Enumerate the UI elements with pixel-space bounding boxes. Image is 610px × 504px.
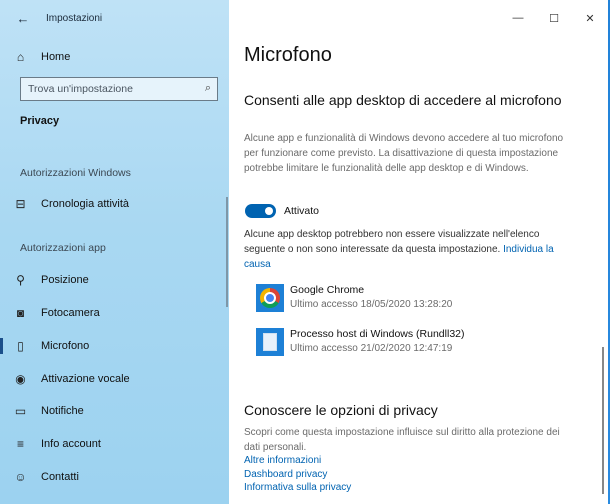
sidebar-item-label: Notifiche [41,405,84,417]
window-controls: — ☐ ✕ [500,0,608,36]
sidebar-item-microphone[interactable]: ▯ Microfono [0,331,229,361]
minimize-button[interactable]: — [500,0,536,36]
privacy-dashboard-link[interactable]: Dashboard privacy [244,469,327,480]
account-info-icon: ≡ [16,437,24,451]
sidebar-item-label: Cronologia attività [41,198,130,210]
sidebar-item-account-info[interactable]: ≡ Info account [0,429,229,459]
notifications-icon: ▭ [14,404,27,418]
sidebar-scrollbar[interactable] [226,197,228,307]
search-input[interactable]: Trova un'impostazione ⌕ [20,77,218,101]
main-content: — ☐ ✕ Microfono Consenti alle app deskto… [229,0,608,504]
close-button[interactable]: ✕ [572,0,608,36]
timeline-icon: ⊟ [15,197,26,211]
category-title: Privacy [20,115,60,127]
sidebar-item-label: Info account [41,438,101,450]
list-item-windows-host-process: Processo host di Windows (Rundll32) Ulti… [256,328,556,360]
sidebar-item-label: Fotocamera [41,307,100,319]
section-heading-desktop-apps: Consenti alle app desktop di accedere al… [244,92,562,108]
back-arrow-icon[interactable]: ← [0,0,46,36]
title-bar: ← Impostazioni [0,0,229,36]
microphone-access-toggle[interactable] [245,204,276,218]
list-item-google-chrome: Google Chrome Ultimo accesso 18/05/2020 … [256,284,556,316]
sidebar-item-label: Microfono [41,340,90,352]
section-label-windows: Autorizzazioni Windows [20,167,131,179]
sidebar-item-contacts[interactable]: ☺ Contatti [0,462,229,492]
sidebar-item-label: Home [41,51,71,63]
location-icon: ⚲ [16,273,25,287]
toggle-state-label: Attivato [284,205,320,217]
home-icon: ⌂ [16,50,25,64]
section-heading-privacy-options: Conoscere le opzioni di privacy [244,402,438,418]
app-name: Processo host di Windows (Rundll32) [290,328,465,340]
search-icon[interactable]: ⌕ [205,82,211,95]
app-last-access: Ultimo accesso 21/02/2020 12:47:19 [290,343,453,354]
sidebar-item-notifications[interactable]: ▭ Notifiche [0,396,229,426]
voice-activation-icon: ◉ [15,372,26,386]
apps-note-text: Alcune app desktop potrebbero non essere… [244,229,540,255]
more-info-link[interactable]: Altre informazioni [244,455,321,466]
microphone-icon: ▯ [17,339,24,353]
sidebar-item-home[interactable]: ⌂ Home [0,42,229,72]
section-description: Alcune app e funzionalità di Windows dev… [244,133,564,174]
main-scrollbar[interactable] [602,347,604,494]
apps-note: Alcune app desktop potrebbero non essere… [244,227,564,272]
sidebar-item-activity-history[interactable]: ⊟ Cronologia attività [0,189,229,219]
search-placeholder: Trova un'impostazione [28,83,133,95]
document-icon [256,328,284,356]
sidebar-item-label: Attivazione vocale [41,373,130,385]
settings-window: ← Impostazioni ⌂ Home Trova un'impostazi… [0,0,608,504]
sidebar-item-label: Contatti [41,471,79,483]
chrome-icon [256,284,284,312]
camera-icon: ◙ [16,306,25,320]
privacy-description: Scopri come questa impostazione influisc… [244,427,560,453]
sidebar-item-voice-activation[interactable]: ◉ Attivazione vocale [0,364,229,394]
contacts-icon: ☺ [14,470,27,484]
sidebar-item-camera[interactable]: ◙ Fotocamera [0,298,229,328]
page-title: Microfono [244,44,332,66]
app-last-access: Ultimo accesso 18/05/2020 13:28:20 [290,299,453,310]
sidebar: ← Impostazioni ⌂ Home Trova un'impostazi… [0,0,229,504]
section-label-apps: Autorizzazioni app [20,242,106,254]
sidebar-item-label: Posizione [41,274,89,286]
maximize-button[interactable]: ☐ [536,0,572,36]
sidebar-item-location[interactable]: ⚲ Posizione [0,265,229,295]
privacy-statement-link[interactable]: Informativa sulla privacy [244,482,351,493]
app-name: Google Chrome [290,284,365,296]
app-title: Impostazioni [46,12,103,24]
